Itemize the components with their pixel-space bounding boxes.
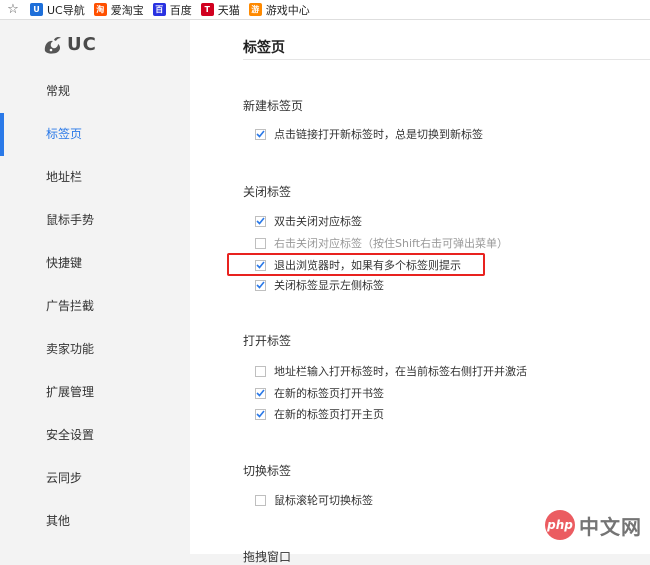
taobao-icon: 淘	[93, 3, 107, 16]
option-label: 点击链接打开新标签时，总是切换到新标签	[274, 128, 483, 141]
bookmark-baidu[interactable]: 百 百度	[152, 2, 192, 18]
bookmark-uc-nav[interactable]: U UC导航	[30, 2, 85, 18]
tmall-icon: T	[200, 3, 214, 16]
settings-sidebar: UC 常规 标签页 地址栏 鼠标手势 快捷键 广告拦截 卖家功能 扩展管理 安全…	[0, 20, 190, 554]
option-wheel-switch-tab[interactable]: 鼠标滚轮可切换标签	[255, 492, 373, 508]
sidebar-item-mouse-gestures[interactable]: 鼠标手势	[0, 199, 190, 242]
sidebar-item-extensions[interactable]: 扩展管理	[0, 371, 190, 414]
checkbox[interactable]	[255, 387, 266, 399]
bookmark-taobao[interactable]: 淘 爱淘宝	[93, 2, 144, 18]
option-label: 鼠标滚轮可切换标签	[274, 494, 373, 507]
option-switch-to-new-tab[interactable]: 点击链接打开新标签时，总是切换到新标签	[255, 126, 483, 142]
sidebar-item-security[interactable]: 安全设置	[0, 414, 190, 457]
star-bookmark-icon[interactable]: ☆	[6, 2, 20, 17]
logo-text: UC	[67, 34, 97, 55]
bookmark-label: 百度	[169, 3, 192, 17]
watermark-text: 中文网	[579, 514, 642, 539]
section-title-close-tab: 关闭标签	[243, 185, 292, 199]
option-bookmarks-new-tab[interactable]: 在新的标签页打开书签	[255, 385, 384, 401]
checkmark-icon	[256, 410, 265, 418]
sidebar-item-address-bar[interactable]: 地址栏	[0, 156, 190, 199]
checkbox[interactable]	[255, 494, 266, 506]
php-logo-icon: php	[545, 510, 575, 540]
bookmark-label: UC导航	[47, 3, 85, 17]
option-label: 右击关闭对应标签（按住Shift右击可弹出菜单）	[274, 237, 509, 250]
bookmarks-bar: ☆ U UC导航 淘 爱淘宝 百 百度 T 天猫 游 游戏中心	[0, 0, 650, 20]
sidebar-item-general[interactable]: 常规	[0, 70, 190, 113]
bookmark-tmall[interactable]: T 天猫	[200, 2, 240, 18]
checkbox[interactable]	[255, 128, 266, 140]
option-label: 在新的标签页打开书签	[274, 387, 384, 400]
section-title-open-tab: 打开标签	[243, 334, 292, 348]
checkbox[interactable]	[255, 237, 266, 249]
option-label: 双击关闭对应标签	[274, 215, 362, 228]
option-label: 在新的标签页打开主页	[274, 408, 384, 421]
checkmark-icon	[256, 217, 265, 225]
option-open-from-address-bar-right[interactable]: 地址栏输入打开标签时，在当前标签右侧打开并激活	[255, 363, 527, 379]
section-title-switch-tab: 切换标签	[243, 464, 292, 478]
php-cn-watermark: php 中文网	[545, 510, 642, 540]
bookmark-label: 天猫	[217, 3, 240, 17]
sidebar-item-shortcuts[interactable]: 快捷键	[0, 242, 190, 285]
checkmark-icon	[256, 389, 265, 397]
checkbox[interactable]	[255, 408, 266, 420]
highlight-annotation-box	[227, 253, 485, 276]
section-title-drag-window: 拖拽窗口	[243, 550, 292, 564]
bookmark-label: 爱淘宝	[110, 3, 144, 17]
sidebar-item-tabs[interactable]: 标签页	[0, 113, 190, 156]
checkbox[interactable]	[255, 215, 266, 227]
option-label: 地址栏输入打开标签时，在当前标签右侧打开并激活	[274, 365, 527, 378]
uc-nav-icon: U	[30, 3, 43, 16]
uc-squirrel-icon	[44, 36, 61, 54]
checkmark-icon	[256, 130, 265, 138]
bookmark-game-center[interactable]: 游 游戏中心	[248, 2, 310, 18]
option-right-click-close[interactable]: 右击关闭对应标签（按住Shift右击可弹出菜单）	[255, 235, 508, 251]
title-divider	[243, 59, 650, 60]
game-center-icon: 游	[248, 3, 262, 16]
option-double-click-close[interactable]: 双击关闭对应标签	[255, 213, 362, 229]
section-title-new-tab: 新建标签页	[243, 99, 304, 113]
settings-main: 标签页 新建标签页 点击链接打开新标签时，总是切换到新标签 关闭标签 双击关闭对…	[190, 20, 650, 564]
uc-logo: UC	[42, 34, 97, 55]
baidu-paw-icon: 百	[152, 3, 166, 16]
checkbox[interactable]	[255, 279, 266, 291]
sidebar-item-seller-tools[interactable]: 卖家功能	[0, 328, 190, 371]
option-label: 关闭标签显示左侧标签	[274, 279, 384, 292]
sidebar-item-other[interactable]: 其他	[0, 500, 190, 543]
option-show-left-tab-on-close[interactable]: 关闭标签显示左侧标签	[255, 277, 384, 293]
checkbox[interactable]	[255, 365, 266, 377]
option-homepage-new-tab[interactable]: 在新的标签页打开主页	[255, 406, 384, 422]
sidebar-item-cloud-sync[interactable]: 云同步	[0, 457, 190, 500]
bookmark-label: 游戏中心	[265, 3, 310, 17]
page-title: 标签页	[243, 40, 285, 56]
checkmark-icon	[256, 281, 265, 289]
sidebar-item-ad-block[interactable]: 广告拦截	[0, 285, 190, 328]
